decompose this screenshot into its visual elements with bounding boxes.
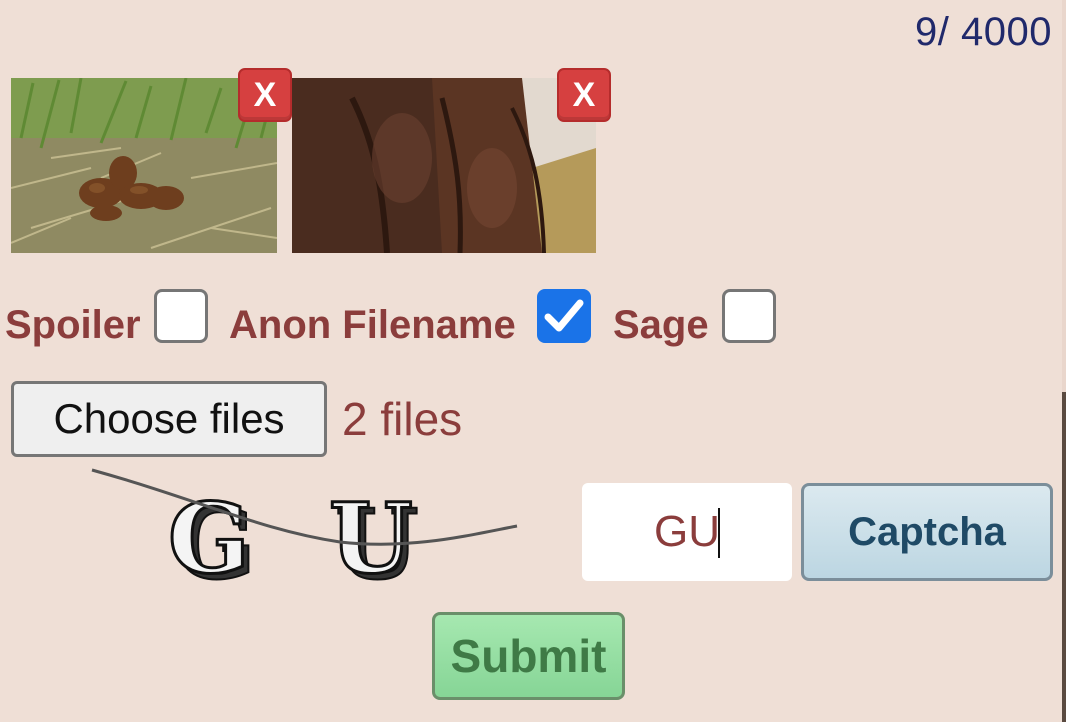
scrollbar-thumb[interactable] [1062, 392, 1066, 722]
character-counter: 9/ 4000 [915, 10, 1052, 54]
remove-attachment-button[interactable]: X [557, 68, 611, 122]
checkmark-icon [544, 299, 584, 332]
captcha-input[interactable] [582, 483, 792, 581]
sage-label: Sage [613, 303, 709, 347]
svg-text:U: U [329, 482, 413, 595]
close-icon: X [572, 75, 596, 114]
text-caret [718, 508, 720, 558]
choose-files-button[interactable]: Choose files [11, 381, 327, 457]
remove-attachment-button[interactable]: X [238, 68, 292, 122]
attachment-thumbnail [292, 78, 596, 253]
anon-filename-label: Anon Filename [229, 303, 516, 347]
submit-button[interactable]: Submit [432, 612, 625, 700]
post-form: 9/ 4000 X X Spoiler Anon Filename Sage C… [0, 0, 1066, 722]
sage-checkbox[interactable] [722, 289, 776, 343]
scrollbar[interactable] [1062, 0, 1066, 722]
close-icon: X [253, 75, 277, 114]
anon-filename-checkbox[interactable] [537, 289, 591, 343]
captcha-image: G G U U [80, 460, 530, 602]
file-count: 2 files [342, 393, 463, 445]
spoiler-checkbox[interactable] [154, 289, 208, 343]
photo-thumbnail-icon [292, 78, 596, 253]
svg-text:G: G [168, 482, 250, 595]
spoiler-label: Spoiler [5, 303, 141, 347]
captcha-button[interactable]: Captcha [801, 483, 1053, 581]
